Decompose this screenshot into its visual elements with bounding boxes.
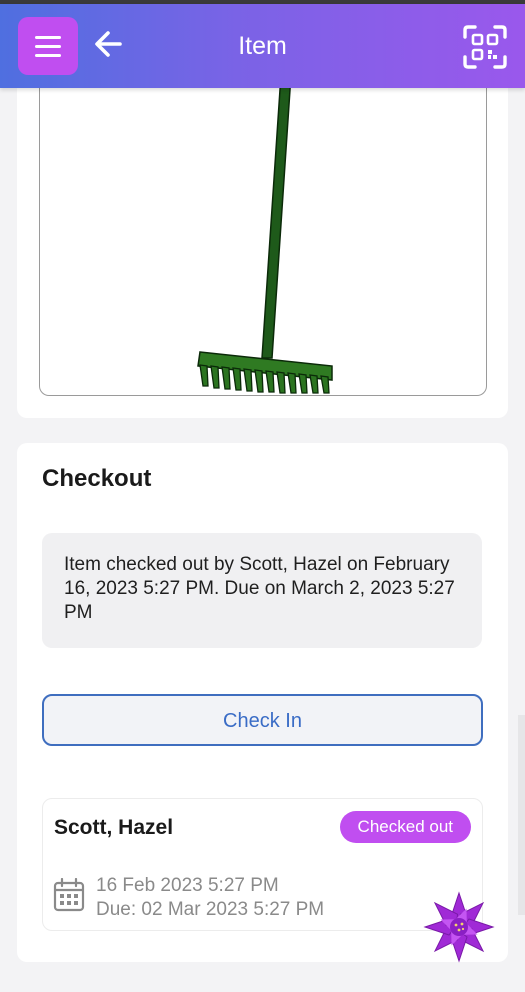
check-in-button[interactable]: Check In	[42, 694, 483, 746]
checkout-history-item: Scott, Hazel Checked out 16 Feb 2023 5:2…	[42, 798, 483, 931]
page-title: Item	[238, 32, 287, 60]
checkout-card: Checkout Item checked out by Scott, Haze…	[17, 443, 508, 962]
hamburger-menu-icon-line	[35, 44, 61, 48]
status-badge: Checked out	[339, 811, 471, 843]
hamburger-menu-icon	[35, 35, 61, 39]
menu-button[interactable]	[18, 17, 78, 75]
checkout-section-title: Checkout	[42, 465, 152, 492]
checkout-notice: Item checked out by Scott, Hazel on Febr…	[42, 533, 482, 648]
flower-assistant-icon[interactable]	[422, 890, 496, 964]
calendar-icon	[53, 878, 85, 912]
due-date: Due: 02 Mar 2023 5:27 PM	[96, 899, 325, 920]
borrower-name: Scott, Hazel	[54, 816, 174, 839]
arrow-left-icon[interactable]	[92, 26, 126, 62]
app-bar: Item	[0, 4, 525, 88]
scrollbar-track[interactable]	[518, 715, 525, 915]
qr-scan-icon[interactable]	[462, 24, 508, 70]
rake-image	[197, 60, 333, 394]
item-image-card	[17, 60, 508, 418]
item-image-frame	[39, 60, 487, 396]
checkout-date: 16 Feb 2023 5:27 PM	[96, 875, 279, 896]
hamburger-menu-icon-line	[35, 53, 61, 57]
